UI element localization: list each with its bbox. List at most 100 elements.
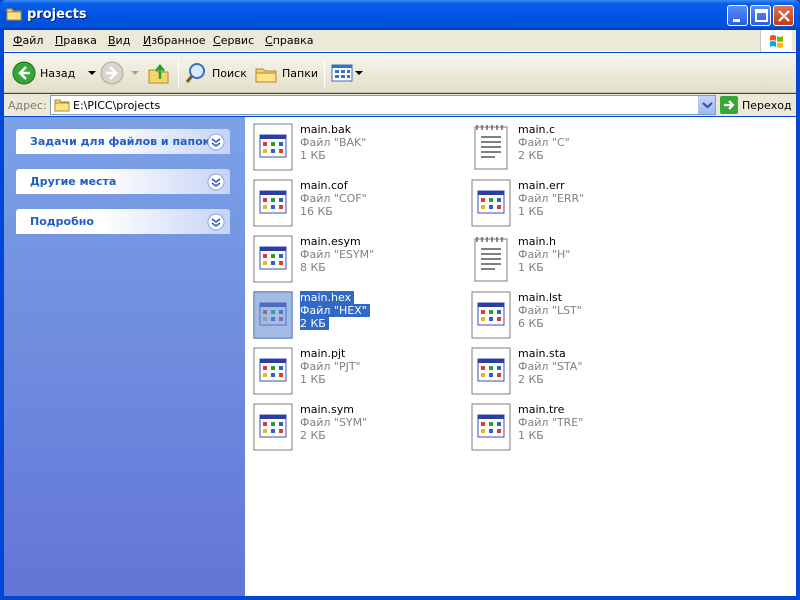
go-button[interactable]: Переход (720, 95, 792, 115)
text-document-icon (471, 123, 511, 171)
menu-edit[interactable]: Правка (55, 34, 97, 47)
file-name: main.hex (300, 291, 355, 304)
file-size: 8 КБ (300, 261, 326, 274)
file-size: 6 КБ (518, 317, 544, 330)
file-size: 2 КБ (518, 373, 544, 386)
minimize-icon (733, 19, 740, 22)
file-item[interactable]: main.c Файл "C" 2 КБ (463, 120, 663, 170)
file-item[interactable]: main.esym Файл "ESYM" 8 КБ (245, 232, 445, 283)
window-title: projects (27, 7, 87, 22)
title-bar[interactable]: projects (0, 0, 800, 30)
file-name: main.sym (300, 403, 354, 416)
chevron-down-icon[interactable] (85, 68, 99, 78)
address-dropdown-button[interactable] (698, 96, 715, 114)
menu-favorites[interactable]: Избранное (143, 34, 205, 47)
file-name: main.cof (300, 179, 348, 192)
file-name: main.pjt (300, 347, 346, 360)
folders-icon (255, 68, 277, 83)
content-area: Задачи для файлов и папок Другие места П… (4, 117, 796, 596)
file-info: main.tre Файл "TRE" 1 КБ (518, 403, 583, 442)
task-panel-other-places[interactable]: Другие места (16, 169, 230, 194)
file-info: main.h Файл "H" 1 КБ (518, 235, 570, 274)
maximize-icon (755, 9, 768, 22)
file-info: main.cof Файл "COF" 16 КБ (300, 179, 367, 218)
file-name: main.h (518, 235, 556, 248)
up-folder-icon (148, 63, 169, 84)
close-button[interactable] (773, 5, 794, 26)
menu-view[interactable]: Вид (108, 34, 130, 47)
file-item[interactable]: main.cof Файл "COF" 16 КБ (245, 176, 445, 227)
file-type: Файл "TRE" (518, 416, 584, 429)
chevron-double-down-icon[interactable] (207, 213, 225, 231)
back-button[interactable]: Назад (12, 58, 99, 88)
task-panel-details[interactable]: Подробно (16, 209, 230, 234)
file-info: main.c Файл "C" 2 КБ (518, 123, 570, 162)
file-size: 1 КБ (518, 429, 544, 442)
windows-flag-icon (770, 35, 783, 48)
file-info: main.sta Файл "STA" 2 КБ (518, 347, 582, 386)
chevron-down-icon (702, 102, 713, 109)
search-label: Поиск (212, 66, 247, 80)
file-item[interactable]: main.lst Файл "LST" 6 КБ (463, 288, 663, 339)
search-button[interactable]: Поиск (184, 58, 247, 88)
file-info: main.lst Файл "LST" 6 КБ (518, 291, 582, 330)
file-type: Файл "HEX" (300, 304, 370, 317)
chevron-double-down-icon[interactable] (207, 173, 225, 191)
file-name: main.tre (518, 403, 565, 416)
file-item[interactable]: main.err Файл "ERR" 1 КБ (463, 176, 663, 227)
generic-app-icon (471, 179, 511, 227)
folders-label: Папки (282, 66, 318, 80)
search-icon (185, 63, 205, 83)
file-type: Файл "ERR" (518, 192, 585, 205)
menu-tools[interactable]: Сервис (213, 34, 254, 47)
file-item[interactable]: main.pjt Файл "PJT" 1 КБ (245, 344, 445, 395)
address-bar: Адрес: E:\PICC\projects Переход (4, 94, 796, 116)
file-name: main.sta (518, 347, 566, 360)
file-size: 1 КБ (300, 373, 326, 386)
file-name: main.lst (518, 291, 563, 304)
file-name: main.bak (300, 123, 352, 136)
file-type: Файл "BAK" (300, 136, 367, 149)
file-item[interactable]: main.sym Файл "SYM" 2 КБ (245, 400, 445, 451)
chevron-double-down-icon[interactable] (207, 133, 225, 151)
file-item[interactable]: main.h Файл "H" 1 КБ (463, 232, 663, 282)
file-list: main.bak Файл "BAK" 1 КБ main.c Файл "C" 2 К… (245, 117, 796, 596)
chevron-down-icon[interactable] (128, 68, 142, 78)
window-border-bottom (0, 596, 800, 600)
maximize-button[interactable] (750, 5, 771, 26)
minimize-button[interactable] (727, 5, 748, 26)
back-label: Назад (40, 66, 76, 80)
file-item[interactable]: main.sta Файл "STA" 2 КБ (463, 344, 663, 395)
file-type: Файл "C" (518, 136, 570, 149)
task-panel-file-folder-tasks[interactable]: Задачи для файлов и папок (16, 129, 230, 154)
file-info: main.err Файл "ERR" 1 КБ (518, 179, 584, 218)
views-icon (331, 64, 353, 82)
generic-app-icon (253, 235, 293, 283)
folder-icon (54, 99, 70, 112)
forward-button[interactable] (100, 58, 142, 88)
folder-icon (6, 8, 22, 21)
menu-file[interactable]: Файл (13, 34, 43, 47)
file-size: 1 КБ (518, 261, 544, 274)
file-type: Файл "ESYM" (300, 248, 375, 261)
chevron-down-icon[interactable] (354, 68, 364, 78)
selection-highlight (253, 291, 293, 339)
explorer-window: projects Файл Правка Вид Избранное Серви… (0, 0, 800, 600)
file-item[interactable]: main.bak Файл "BAK" 1 КБ (245, 120, 445, 171)
address-input[interactable]: E:\PICC\projects (50, 95, 716, 115)
file-name: main.c (518, 123, 556, 136)
generic-app-icon (253, 179, 293, 227)
window-border-right (796, 30, 800, 600)
views-button[interactable] (330, 58, 364, 88)
text-document-icon (471, 235, 511, 283)
toolbar: Назад Поиск Папки (4, 53, 796, 93)
folders-button[interactable]: Папки (254, 58, 318, 88)
up-folder-button[interactable] (147, 58, 171, 88)
file-size: 1 КБ (518, 205, 544, 218)
file-item[interactable]: main.hex Файл "HEX" 2 КБ (245, 288, 445, 339)
windows-logo (760, 30, 792, 52)
file-info: main.hex Файл "HEX" 2 КБ (300, 291, 370, 330)
file-item[interactable]: main.tre Файл "TRE" 1 КБ (463, 400, 663, 451)
task-panel-title: Подробно (30, 215, 94, 228)
menu-help[interactable]: Справка (265, 34, 313, 47)
